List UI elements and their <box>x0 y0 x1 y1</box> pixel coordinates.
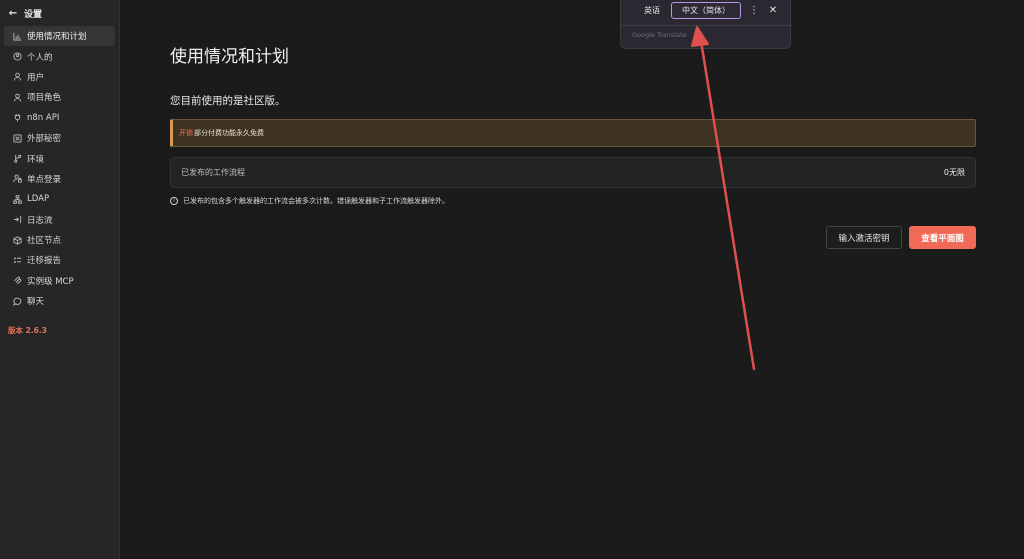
published-workflows-box: 已发布的工作流程 0无限 <box>170 157 976 188</box>
settings-sidebar: ← 设置 使用情况和计划 个人的 用户 项目角色 n8n API 外部秘密 环境… <box>0 0 120 559</box>
close-icon[interactable]: ✕ <box>767 3 779 18</box>
arrow-left-icon: ← <box>8 7 18 19</box>
unlock-link[interactable]: 开锁 <box>179 128 193 138</box>
sidebar-item-label: 个人的 <box>27 52 53 63</box>
enter-activation-key-button[interactable]: 输入激活密钥 <box>826 226 902 249</box>
sidebar-item-label: 项目角色 <box>27 93 62 104</box>
sidebar-item-environments[interactable]: 环境 <box>4 148 115 168</box>
plug-icon <box>12 113 22 123</box>
mcp-icon <box>12 276 22 286</box>
user-lock-icon <box>12 174 22 184</box>
sidebar-menu: 使用情况和计划 个人的 用户 项目角色 n8n API 外部秘密 环境 单点登录… <box>0 26 119 311</box>
workflow-count-note-text: 已发布的包含多个触发器的工作流会被多次计数。错误触发器和子工作流触发器除外。 <box>183 197 449 205</box>
sidebar-item-usage-plan[interactable]: 使用情况和计划 <box>4 26 115 47</box>
sign-in-icon <box>12 215 22 225</box>
more-options-icon[interactable]: ⋮ <box>749 3 759 18</box>
usage-plan-page: 使用情况和计划 您目前使用的是社区版。 开锁 部分付费功能永久免费 已发布的工作… <box>121 0 1024 559</box>
sidebar-item-migration-report[interactable]: 迁移报告 <box>4 250 115 270</box>
sidebar-item-label: 使用情况和计划 <box>27 32 87 43</box>
back-label: 设置 <box>24 9 43 20</box>
cube-icon <box>12 235 22 245</box>
user-icon <box>12 72 22 82</box>
version-label: 版本 2.6.3 <box>8 326 47 336</box>
sidebar-item-chat[interactable]: 聊天 <box>4 291 115 311</box>
unlock-banner-text: 部分付费功能永久免费 <box>194 129 264 137</box>
sidebar-item-label: 用户 <box>27 72 45 83</box>
sidebar-item-users[interactable]: 用户 <box>4 67 115 87</box>
published-workflows-value: 0无限 <box>943 168 965 177</box>
sidebar-item-label: LDAP <box>27 194 50 205</box>
sidebar-item-log-streaming[interactable]: 日志流 <box>4 210 115 230</box>
workflow-count-note: i 已发布的包含多个触发器的工作流会被多次计数。错误触发器和子工作流触发器除外。 <box>170 196 449 206</box>
sidebar-item-label: 聊天 <box>27 297 45 308</box>
sidebar-item-project-roles[interactable]: 项目角色 <box>4 87 115 107</box>
google-translate-brand: Google Translate <box>632 31 687 39</box>
chat-icon <box>12 296 22 306</box>
sidebar-item-label: n8n API <box>27 112 60 123</box>
translate-popup: 英语 中文（简体） ⋮ ✕ Google Translate <box>620 0 792 49</box>
current-plan-text: 您目前使用的是社区版。 <box>170 95 286 107</box>
sidebar-item-label: 外部秘密 <box>27 134 62 145</box>
git-branch-icon <box>12 154 22 164</box>
sidebar-item-community-nodes[interactable]: 社区节点 <box>4 230 115 250</box>
translate-divider <box>621 25 792 26</box>
translate-toolbar: 英语 中文（简体） ⋮ ✕ <box>621 0 792 22</box>
sidebar-item-label: 实例级 MCP <box>27 276 74 287</box>
network-icon <box>12 194 22 204</box>
view-plans-button[interactable]: 查看平面图 <box>909 226 976 249</box>
sidebar-item-instance-mcp[interactable]: 实例级 MCP <box>4 271 115 291</box>
vault-icon <box>12 133 22 143</box>
unlock-banner: 开锁 部分付费功能永久免费 <box>170 119 976 147</box>
user-icon <box>12 92 22 102</box>
user-circle-icon <box>12 52 22 62</box>
page-title: 使用情况和计划 <box>170 47 289 67</box>
info-icon: i <box>170 197 178 205</box>
sidebar-item-label: 环境 <box>27 154 45 165</box>
source-language-tab[interactable]: 英语 <box>632 2 672 19</box>
sidebar-item-personal[interactable]: 个人的 <box>4 46 115 66</box>
sidebar-item-sso[interactable]: 单点登录 <box>4 169 115 189</box>
sidebar-item-label: 社区节点 <box>27 236 62 247</box>
bar-chart-icon <box>12 31 22 41</box>
target-language-tab[interactable]: 中文（简体） <box>671 2 741 19</box>
sidebar-item-label: 迁移报告 <box>27 256 62 267</box>
back-to-settings[interactable]: ← 设置 <box>0 0 119 26</box>
sidebar-item-n8n-api[interactable]: n8n API <box>4 108 115 128</box>
sidebar-item-external-secrets[interactable]: 外部秘密 <box>4 128 115 148</box>
sidebar-item-label: 单点登录 <box>27 174 62 185</box>
published-workflows-label: 已发布的工作流程 <box>181 168 245 177</box>
sidebar-item-label: 日志流 <box>27 215 53 226</box>
sidebar-item-ldap[interactable]: LDAP <box>4 189 115 209</box>
list-check-icon <box>12 255 22 265</box>
